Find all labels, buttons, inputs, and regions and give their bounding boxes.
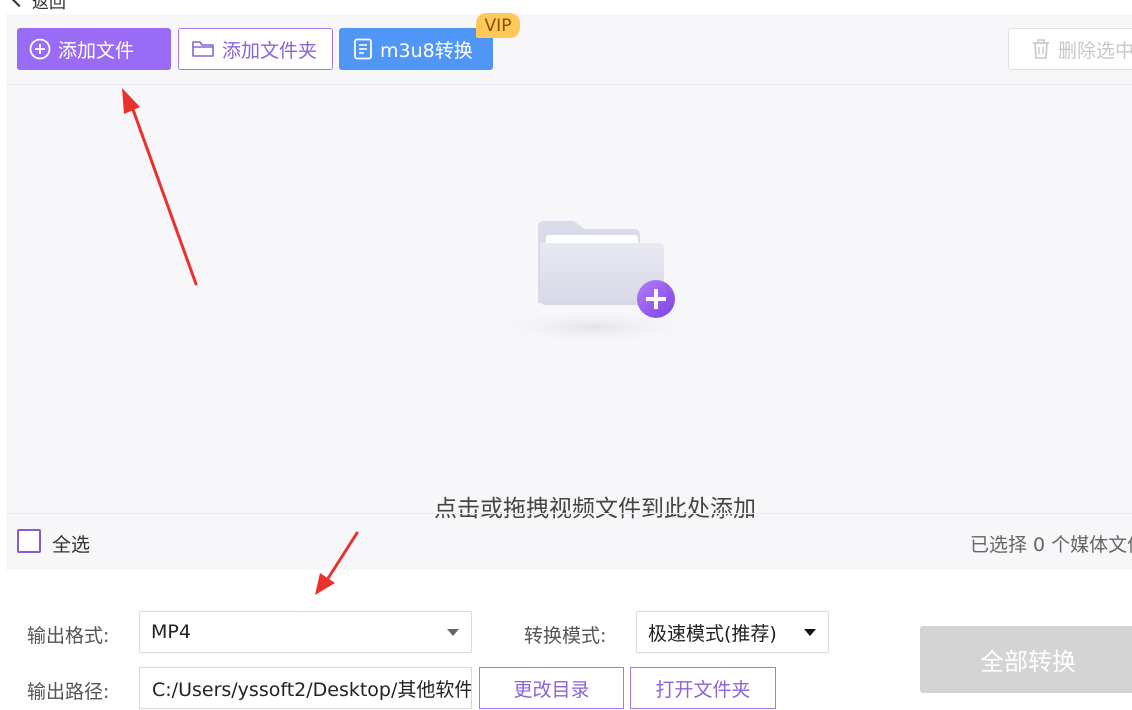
add-folder-button[interactable]: 添加文件夹 — [178, 28, 333, 70]
top-strip: 返回 — [0, 0, 1132, 14]
output-format-label: 输出格式: — [27, 625, 110, 647]
output-path-field[interactable]: C:/Users/yssoft2/Desktop/其他软件 — [139, 667, 472, 709]
m3u8-convert-label: m3u8转换 — [380, 39, 473, 62]
drop-zone[interactable]: 点击或拖拽视频文件到此处添加 — [6, 85, 1132, 522]
open-folder-button[interactable]: 打开文件夹 — [630, 667, 776, 709]
chevron-left-icon — [11, 0, 27, 8]
dropdown-arrow-icon — [804, 629, 816, 636]
output-format-value: MP4 — [151, 621, 191, 643]
add-file-button[interactable]: 添加文件 — [17, 28, 171, 70]
annotation-arrowhead — [315, 573, 335, 595]
folder-icon — [192, 41, 214, 57]
select-all-checkbox[interactable] — [17, 529, 41, 553]
document-icon — [354, 38, 372, 60]
plus-circle-icon — [29, 38, 51, 60]
select-all-label[interactable]: 全选 — [52, 530, 90, 557]
file-panel: 添加文件 添加文件夹 m3u8转换 VIP 删除选中 点击或拖拽视频文件到此处添… — [6, 13, 1132, 571]
convert-mode-label: 转换模式: — [524, 625, 607, 647]
add-folder-label: 添加文件夹 — [222, 39, 318, 62]
add-file-label: 添加文件 — [58, 39, 135, 62]
selected-count: 已选择 0 个媒体文件 — [970, 534, 1132, 556]
output-path-label: 输出路径: — [27, 681, 110, 703]
back-button[interactable]: 返回 — [11, 0, 66, 13]
dropdown-arrow-icon — [447, 629, 459, 636]
convert-mode-select[interactable]: 极速模式(推荐) — [636, 611, 829, 653]
delete-selected-label: 删除选中 — [1058, 39, 1132, 62]
output-path-value: C:/Users/yssoft2/Desktop/其他软件 — [152, 678, 472, 701]
back-label: 返回 — [32, 0, 66, 13]
vip-badge: VIP — [476, 13, 520, 38]
output-format-select[interactable]: MP4 — [139, 611, 472, 653]
m3u8-convert-button[interactable]: m3u8转换 — [339, 28, 493, 70]
change-directory-button[interactable]: 更改目录 — [479, 667, 624, 709]
folder-add-icon — [486, 221, 702, 345]
convert-all-button[interactable]: 全部转换 — [920, 626, 1132, 693]
toolbar: 添加文件 添加文件夹 m3u8转换 VIP 删除选中 — [6, 13, 1132, 85]
delete-selected-button[interactable]: 删除选中 — [1008, 28, 1132, 70]
selection-bar: 全选 已选择 0 个媒体文件 — [6, 513, 1132, 571]
convert-mode-value: 极速模式(推荐) — [648, 622, 777, 645]
trash-icon — [1033, 39, 1049, 59]
